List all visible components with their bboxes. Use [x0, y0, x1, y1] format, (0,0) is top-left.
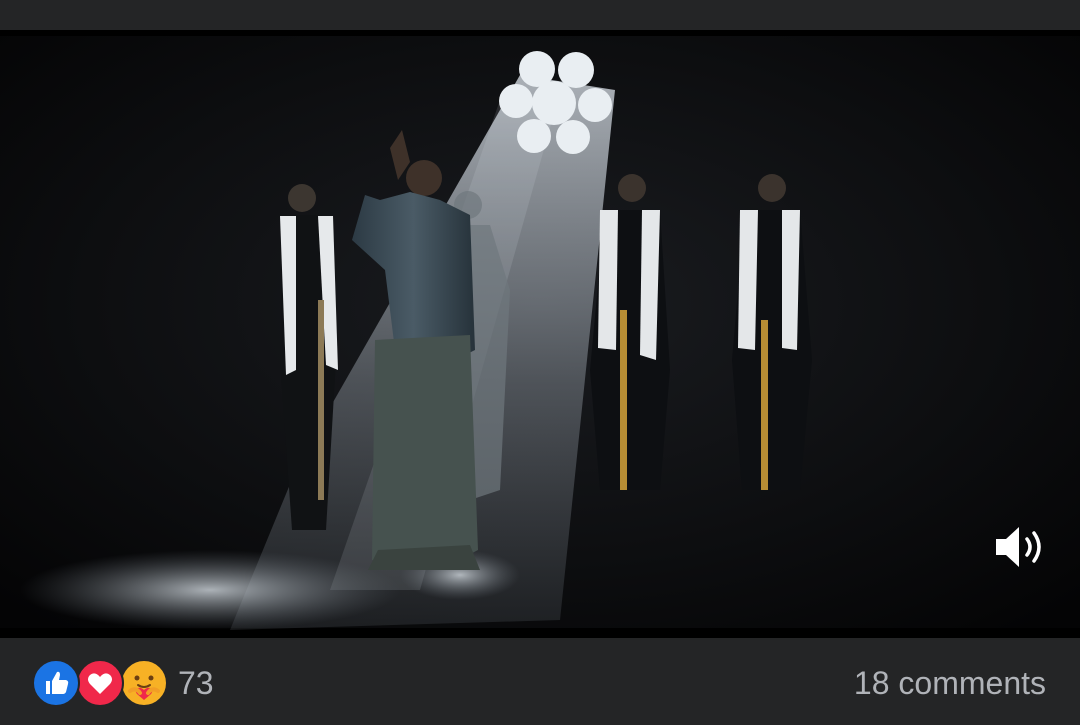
- post-page: 73 18 comments: [0, 0, 1080, 725]
- sound-toggle-button[interactable]: [992, 522, 1050, 572]
- like-reaction-icon: [32, 659, 80, 707]
- video-frame: [0, 30, 1080, 638]
- reaction-count: 73: [178, 665, 214, 701]
- comments-count-link[interactable]: 18 comments: [854, 660, 1046, 706]
- speaker-on-icon: [996, 527, 1041, 567]
- top-strip: [0, 0, 1080, 30]
- reactions-summary[interactable]: 73: [32, 659, 214, 707]
- care-hug-icon: [120, 659, 168, 707]
- video-player[interactable]: [0, 30, 1080, 638]
- post-footer: 73 18 comments: [0, 638, 1080, 725]
- heart-icon: [76, 659, 124, 707]
